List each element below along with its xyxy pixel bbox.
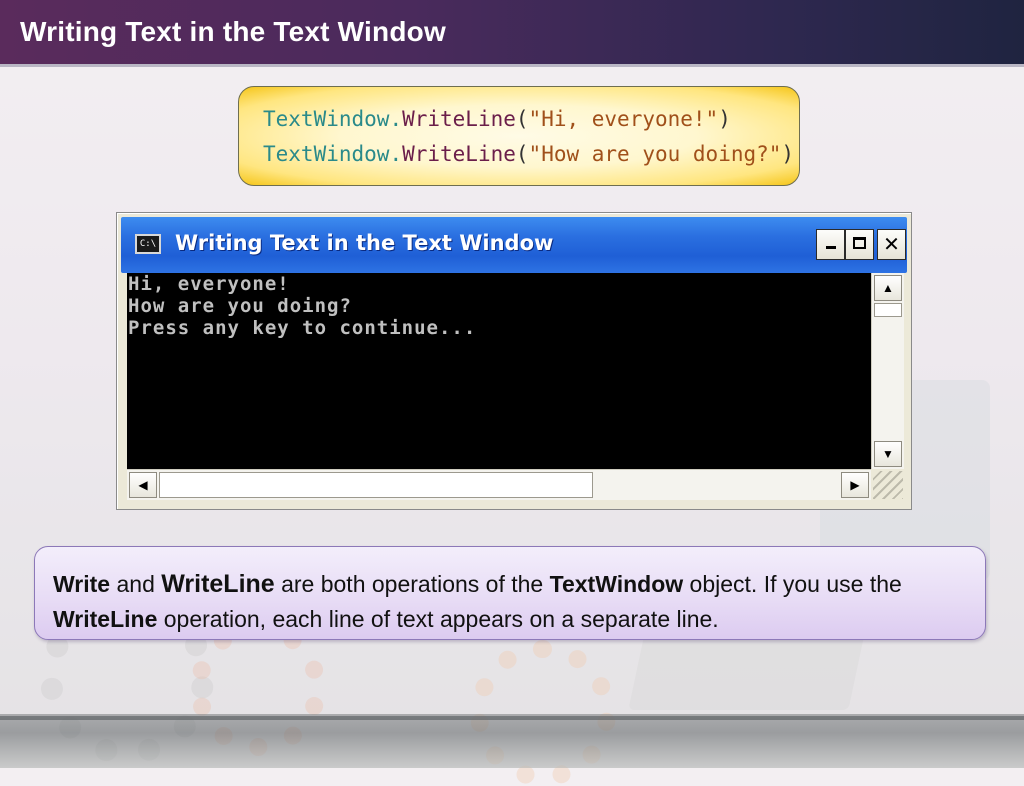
console-window: C:\ Writing Text in the Text Window ✕ Hi… <box>116 212 912 510</box>
vertical-scrollbar[interactable]: ▲ ▼ <box>871 273 904 469</box>
info-fragment: are both operations of the <box>274 571 550 597</box>
term-writeline: WriteLine <box>161 570 275 598</box>
info-text: Write and WriteLine are both operations … <box>53 567 973 637</box>
code-line: TextWindow.WriteLine("Hi, everyone!") <box>263 107 731 131</box>
scroll-left-button[interactable]: ◀ <box>129 472 157 498</box>
scroll-down-button[interactable]: ▼ <box>874 441 902 467</box>
info-fragment: object. If you use the <box>683 571 902 597</box>
footer-band <box>0 714 1024 768</box>
term-textwindow: TextWindow <box>549 571 684 597</box>
code-string: "How are you doing?" <box>528 142 782 166</box>
code-method: WriteLine <box>402 107 516 131</box>
vertical-scroll-thumb[interactable] <box>874 303 902 317</box>
info-fragment: and <box>110 571 162 597</box>
close-icon: ✕ <box>883 232 900 256</box>
minimize-button[interactable] <box>816 229 845 260</box>
code-snippet-box: TextWindow.WriteLine("Hi, everyone!") Te… <box>238 86 800 186</box>
scroll-up-button[interactable]: ▲ <box>874 275 902 301</box>
code-dot: . <box>389 142 403 166</box>
code-object: TextWindow <box>263 142 390 166</box>
code-line: TextWindow.WriteLine("How are you doing?… <box>263 142 794 166</box>
console-app-icon[interactable]: C:\ <box>135 234 161 254</box>
console-output-area[interactable]: Hi, everyone! How are you doing? Press a… <box>127 273 871 469</box>
console-title-bar[interactable]: C:\ Writing Text in the Text Window ✕ <box>121 217 907 273</box>
console-output-line: Press any key to continue... <box>128 317 477 339</box>
info-callout: Write and WriteLine are both operations … <box>34 546 986 640</box>
maximize-icon <box>853 237 866 249</box>
console-output-line: Hi, everyone! <box>128 273 290 295</box>
slide-title-bar: Writing Text in the Text Window <box>0 0 1024 67</box>
scroll-right-button[interactable]: ▶ <box>841 472 869 498</box>
arrow-right-icon: ▶ <box>850 478 860 492</box>
minimize-icon <box>825 246 836 249</box>
console-window-title: Writing Text in the Text Window <box>175 231 554 255</box>
code-close-paren: ) <box>718 107 731 131</box>
code-object: TextWindow <box>263 107 390 131</box>
arrow-up-icon: ▲ <box>882 281 894 295</box>
arrow-left-icon: ◀ <box>138 478 148 492</box>
term-writeline: WriteLine <box>53 606 158 632</box>
code-close-paren: ) <box>781 142 795 166</box>
term-write: Write <box>53 571 111 597</box>
code-string: "Hi, everyone!" <box>528 107 719 131</box>
slide-title: Writing Text in the Text Window <box>20 16 446 47</box>
code-method: WriteLine <box>402 142 516 166</box>
resize-grip-icon[interactable] <box>873 471 903 499</box>
maximize-button[interactable] <box>845 229 874 260</box>
console-output-line: How are you doing? <box>128 295 352 317</box>
code-open-paren: ( <box>515 142 529 166</box>
horizontal-scroll-thumb[interactable] <box>159 472 593 498</box>
horizontal-scrollbar[interactable]: ◀ ▶ <box>127 469 871 500</box>
code-dot: . <box>389 107 403 131</box>
code-open-paren: ( <box>515 107 529 131</box>
close-button[interactable]: ✕ <box>877 229 906 260</box>
info-fragment: operation, each line of text appears on … <box>157 606 719 632</box>
arrow-down-icon: ▼ <box>882 447 894 461</box>
